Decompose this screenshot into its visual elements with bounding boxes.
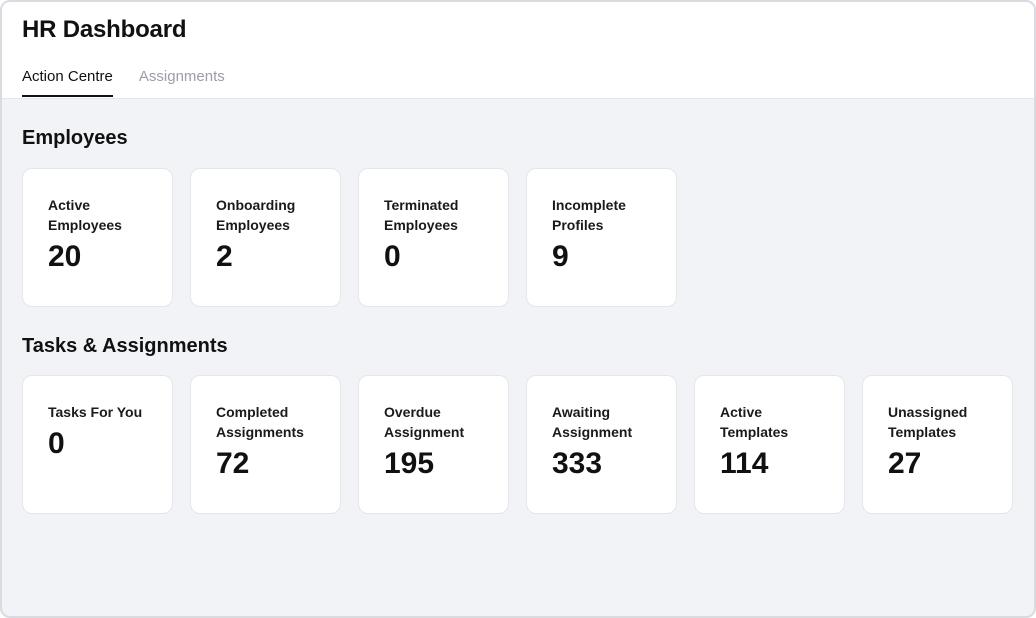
card-label: Incomplete Profiles — [552, 197, 626, 233]
card-label: Awaiting Assignment — [552, 404, 633, 440]
employees-cards: Active Employees 20 Onboarding Employees… — [22, 168, 677, 307]
card-awaiting-assignment[interactable]: Awaiting Assignment 333 — [526, 375, 677, 514]
card-label: Tasks For You — [48, 404, 143, 420]
card-value: 114 — [720, 447, 769, 480]
card-value: 0 — [384, 240, 401, 273]
page-title: HR Dashboard — [22, 16, 187, 43]
card-unassigned-templates[interactable]: Unassigned Templates 27 — [862, 375, 1013, 514]
tab-assignments[interactable]: Assignments — [139, 68, 225, 97]
card-label: Overdue Assignment — [384, 404, 465, 440]
card-value: 72 — [216, 447, 250, 480]
card-label: Unassigned Templates — [888, 404, 968, 440]
card-value: 2 — [216, 240, 233, 273]
card-label: Onboarding Employees — [216, 197, 296, 233]
card-overdue-assignment[interactable]: Overdue Assignment 195 — [358, 375, 509, 514]
card-active-templates[interactable]: Active Templates 114 — [694, 375, 845, 514]
tab-action-centre[interactable]: Action Centre — [22, 68, 113, 97]
page-header: HR Dashboard Action Centre Assignments — [2, 2, 1034, 99]
card-active-employees[interactable]: Active Employees 20 — [22, 168, 173, 307]
card-label: Active Templates — [720, 404, 789, 440]
card-value: 20 — [48, 240, 82, 273]
card-value: 9 — [552, 240, 569, 273]
employees-section-title: Employees — [22, 127, 128, 149]
tab-bar: Action Centre Assignments — [22, 68, 225, 97]
card-incomplete-profiles[interactable]: Incomplete Profiles 9 — [526, 168, 677, 307]
tasks-cards: Tasks For You 0 Completed Assignments 72… — [22, 375, 1013, 514]
card-label: Terminated Employees — [384, 197, 459, 233]
card-terminated-employees[interactable]: Terminated Employees 0 — [358, 168, 509, 307]
card-value: 195 — [384, 447, 435, 480]
card-onboarding-employees[interactable]: Onboarding Employees 2 — [190, 168, 341, 307]
card-label: Completed Assignments — [216, 404, 304, 440]
dashboard-window: HR Dashboard Action Centre Assignments E… — [0, 0, 1036, 618]
card-tasks-for-you[interactable]: Tasks For You 0 — [22, 375, 173, 514]
card-completed-assignments[interactable]: Completed Assignments 72 — [190, 375, 341, 514]
card-label: Active Employees — [48, 197, 122, 233]
card-value: 27 — [888, 447, 922, 480]
card-value: 333 — [552, 447, 603, 480]
card-value: 0 — [48, 427, 65, 460]
tasks-section-title: Tasks & Assignments — [22, 335, 228, 357]
